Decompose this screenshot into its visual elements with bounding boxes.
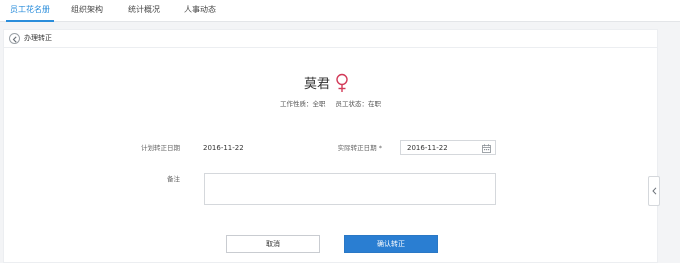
confirm-regularization-button[interactable]: 确认转正 xyxy=(344,235,438,253)
actual-date-value: 2016-11-22 xyxy=(407,144,448,152)
back-button[interactable] xyxy=(9,33,20,44)
actual-date-label: 实际转正日期 * xyxy=(337,144,382,152)
planned-date-value: 2016-11-22 xyxy=(203,144,244,152)
tab-employee-roster[interactable]: 员工花名册 xyxy=(6,0,54,22)
employee-name: 莫君 xyxy=(304,77,331,92)
chevron-left-icon xyxy=(12,35,17,43)
page-header: 办理转正 xyxy=(4,30,657,48)
tab-hr-activity[interactable]: 人事动态 xyxy=(184,0,216,22)
regularization-card: 办理转正 莫君 工作性质：全职 员工状态：在职 计划转正日期 2016-11-2… xyxy=(3,29,658,263)
actual-date-input[interactable]: 2016-11-22 xyxy=(400,140,496,155)
calendar-icon[interactable] xyxy=(482,143,491,153)
tab-org-structure[interactable]: 组织架构 xyxy=(71,0,103,22)
remark-label: 备注 xyxy=(167,175,180,183)
side-panel-toggle[interactable] xyxy=(648,176,660,206)
tab-statistics[interactable]: 统计概况 xyxy=(128,0,160,22)
female-icon xyxy=(336,73,348,92)
work-type-text: 工作性质：全职 xyxy=(279,100,326,108)
chevron-left-icon xyxy=(652,187,657,195)
cancel-button[interactable]: 取消 xyxy=(226,235,320,253)
top-navigation: 员工花名册 组织架构 统计概况 人事动态 xyxy=(0,0,680,22)
employee-meta: 工作性质：全职 员工状态：在职 xyxy=(4,100,657,109)
planned-date-label: 计划转正日期 xyxy=(141,144,180,152)
remark-textarea[interactable] xyxy=(204,173,496,205)
page-title: 办理转正 xyxy=(24,34,52,42)
employee-status-text: 员工状态：在职 xyxy=(335,100,382,108)
